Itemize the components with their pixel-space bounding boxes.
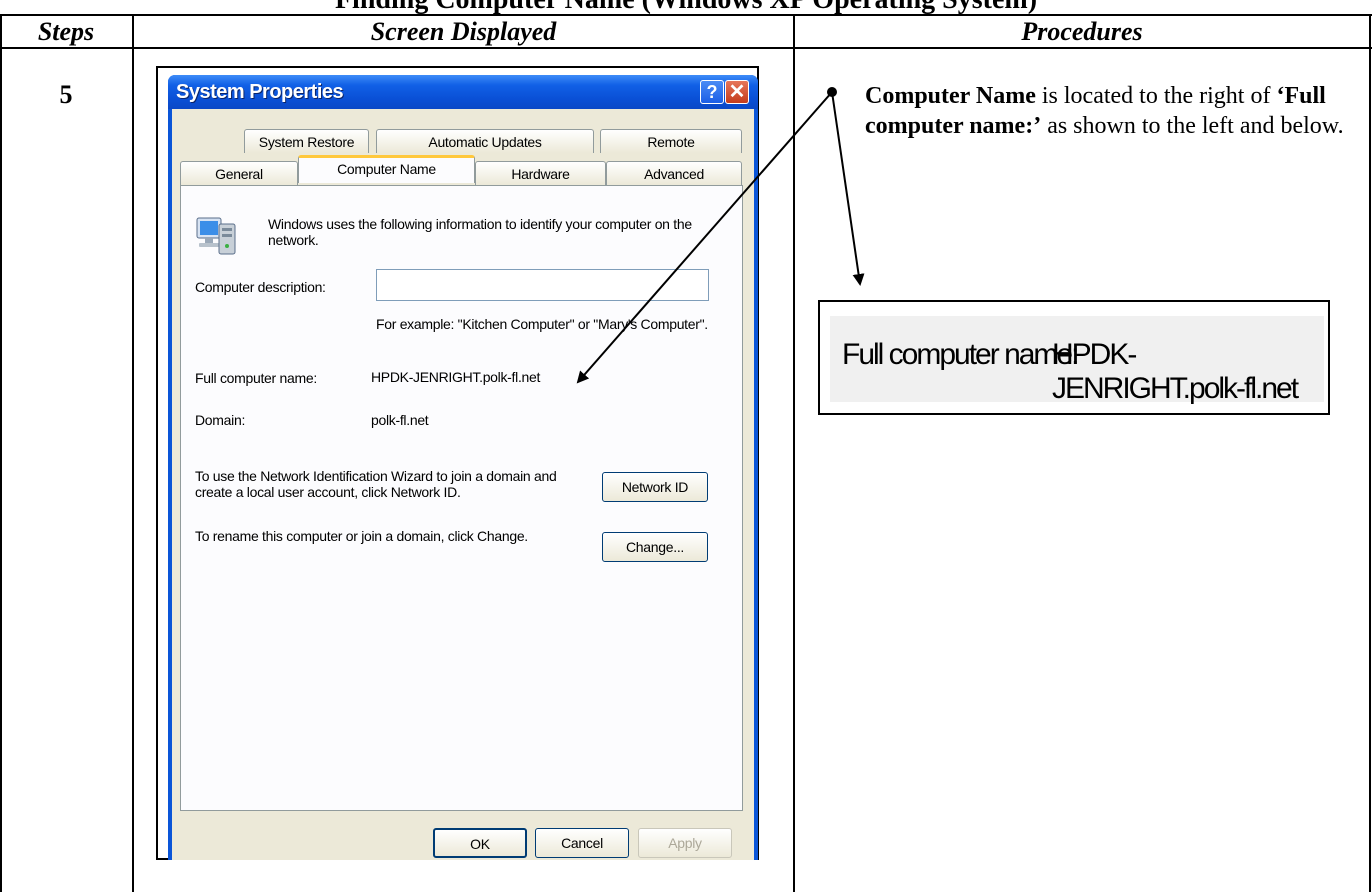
annotation-arrows: [576, 91, 865, 384]
arrow-to-zoom: [831, 91, 865, 286]
tab-computer-name[interactable]: Computer Name: [298, 155, 475, 183]
arrow-to-full-name: [576, 91, 833, 384]
